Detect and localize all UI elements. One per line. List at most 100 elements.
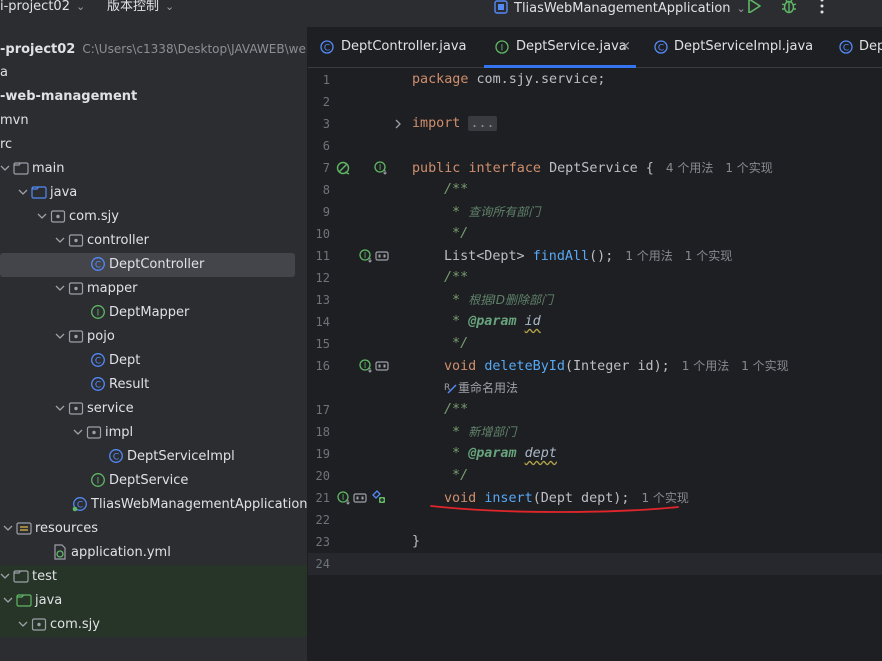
implementations-hint[interactable]: 1 个实现 bbox=[725, 161, 772, 175]
close-tab-icon[interactable]: × bbox=[620, 40, 631, 54]
line-number: 17 bbox=[315, 403, 330, 417]
mapping-icon[interactable] bbox=[375, 249, 389, 263]
comment-text: 根据ID删除部门 bbox=[468, 293, 553, 307]
project-path: C:\Users\c1338\Desktop\JAVAWEB\web-a bbox=[82, 42, 308, 56]
tree-item[interactable]: service bbox=[0, 397, 307, 421]
package-icon bbox=[68, 330, 84, 343]
code-area[interactable]: package com.sjy.service; import ... publ… bbox=[409, 68, 882, 661]
chevron-down-icon[interactable] bbox=[0, 161, 10, 175]
debug-icon[interactable] bbox=[780, 0, 798, 14]
implemented-icon[interactable]: I bbox=[337, 491, 351, 505]
tree-item[interactable]: I DeptService bbox=[0, 469, 307, 493]
tree-item[interactable]: -web-management bbox=[0, 85, 307, 109]
tree-item[interactable]: C DeptServiceImpl bbox=[0, 445, 307, 469]
tree-item-label: DeptController bbox=[109, 257, 205, 272]
tree-item[interactable]: resources bbox=[0, 517, 307, 541]
svg-text:C: C bbox=[95, 261, 101, 271]
interface-icon: I bbox=[91, 305, 105, 319]
tree-item[interactable]: mapper bbox=[0, 277, 307, 301]
tree-item[interactable]: pojo bbox=[0, 325, 307, 349]
code-line-8: /** bbox=[444, 182, 469, 197]
tree-item[interactable]: controller bbox=[0, 229, 307, 253]
tree-item[interactable]: C TliasWebManagementApplication bbox=[0, 493, 307, 517]
implementations-hint[interactable]: 1 个实现 bbox=[685, 249, 732, 263]
chevron-down-icon[interactable] bbox=[55, 329, 65, 343]
expand-fold-icon[interactable] bbox=[393, 118, 403, 130]
tab-dept[interactable]: C Dep bbox=[839, 27, 882, 67]
tree-item[interactable]: rc bbox=[0, 133, 307, 157]
method-name: deleteById bbox=[484, 359, 565, 374]
tree-item[interactable]: application.yml bbox=[0, 541, 307, 565]
no-bean-icon[interactable] bbox=[336, 161, 350, 175]
more-options-icon[interactable] bbox=[815, 0, 829, 15]
tree-item-label: mvn bbox=[0, 113, 29, 128]
line-number: 7 bbox=[322, 161, 330, 175]
usages-hint[interactable]: 1 个用法 bbox=[625, 249, 672, 263]
implementations-hint[interactable]: 1 个实现 bbox=[741, 359, 788, 373]
tab-deptcontroller[interactable]: C DeptController.java bbox=[320, 27, 480, 67]
mapping-icon[interactable] bbox=[353, 491, 367, 505]
tree-item[interactable]: I DeptMapper bbox=[0, 301, 307, 325]
application-icon bbox=[494, 0, 508, 14]
tree-item[interactable]: com.sjy bbox=[0, 205, 307, 229]
tree-item[interactable]: com.sjy bbox=[0, 613, 307, 637]
tree-item[interactable]: C Result bbox=[0, 373, 307, 397]
tab-deptservice[interactable]: I DeptService.java × bbox=[484, 27, 636, 68]
package-name: com.sjy.service; bbox=[468, 72, 606, 87]
implemented-icon[interactable]: I bbox=[359, 359, 373, 373]
code-editor[interactable]: 1 2 3 6 7 8 9 10 11 12 13 14 15 16 17 18… bbox=[308, 68, 882, 661]
chevron-down-icon[interactable] bbox=[55, 233, 65, 247]
chevron-down-icon[interactable] bbox=[73, 425, 83, 439]
generate-mapping-icon[interactable] bbox=[371, 489, 385, 503]
usages-hint[interactable]: 4 个用法 bbox=[666, 161, 713, 175]
tree-item[interactable]: java bbox=[0, 181, 307, 205]
tree-item[interactable]: C DeptController bbox=[0, 253, 295, 277]
project-selector[interactable]: i-project02 ⌄ bbox=[0, 0, 85, 27]
tree-item-label: impl bbox=[105, 425, 134, 440]
tree-item[interactable]: impl bbox=[0, 421, 307, 445]
tree-item-label: Dept bbox=[109, 353, 141, 368]
line-number: 11 bbox=[315, 249, 330, 263]
test-folder-icon bbox=[16, 594, 32, 607]
chevron-down-icon[interactable] bbox=[18, 617, 28, 631]
package-icon bbox=[50, 210, 66, 223]
chevron-down-icon[interactable] bbox=[55, 281, 65, 295]
tree-item[interactable]: test bbox=[0, 565, 307, 589]
code-line-10: */ bbox=[444, 226, 469, 241]
keyword: public bbox=[412, 161, 461, 176]
implemented-icon[interactable]: I bbox=[359, 249, 373, 263]
code-line-20: */ bbox=[444, 468, 469, 483]
tree-item[interactable]: -project02 C:\Users\c1338\Desktop\JAVAWEB… bbox=[0, 37, 307, 61]
chevron-down-icon[interactable] bbox=[3, 521, 13, 535]
run-icon[interactable] bbox=[745, 0, 763, 13]
code-line-23: } bbox=[412, 534, 421, 549]
tree-item[interactable]: mvn bbox=[0, 109, 307, 133]
line-number: 16 bbox=[315, 359, 330, 373]
chevron-down-icon[interactable] bbox=[18, 185, 28, 199]
interface-name: DeptService bbox=[549, 161, 638, 176]
line-number: 15 bbox=[315, 337, 330, 351]
line-number: 8 bbox=[322, 183, 330, 197]
line-number: 3 bbox=[322, 117, 330, 131]
run-config-selector[interactable]: TliasWebManagementApplication ⌄ bbox=[494, 0, 746, 27]
usages-hint[interactable]: 1 个用法 bbox=[682, 359, 729, 373]
chevron-down-icon[interactable] bbox=[0, 569, 10, 583]
line-number: 22 bbox=[315, 513, 330, 527]
tree-item[interactable]: a bbox=[0, 61, 307, 85]
code-line-15: */ bbox=[444, 336, 469, 351]
folded-imports[interactable]: ... bbox=[468, 116, 497, 131]
vcs-menu[interactable]: 版本控制 ⌄ bbox=[107, 0, 174, 27]
tab-deptserviceimpl[interactable]: C DeptServiceImpl.java bbox=[654, 27, 824, 67]
implemented-icon[interactable]: I bbox=[374, 161, 388, 175]
chevron-down-icon[interactable] bbox=[3, 593, 13, 607]
tree-item[interactable]: java bbox=[0, 589, 307, 613]
red-underline-annotation bbox=[430, 505, 679, 513]
chevron-down-icon[interactable] bbox=[37, 209, 47, 223]
tree-item-label: pojo bbox=[87, 329, 115, 344]
rename-usages-hint[interactable]: R 重命名用法 bbox=[444, 379, 518, 396]
tree-item[interactable]: main bbox=[0, 157, 307, 181]
tree-item-label: service bbox=[87, 401, 134, 416]
tree-item[interactable]: C Dept bbox=[0, 349, 307, 373]
mapping-icon[interactable] bbox=[375, 359, 389, 373]
chevron-down-icon[interactable] bbox=[55, 401, 65, 415]
